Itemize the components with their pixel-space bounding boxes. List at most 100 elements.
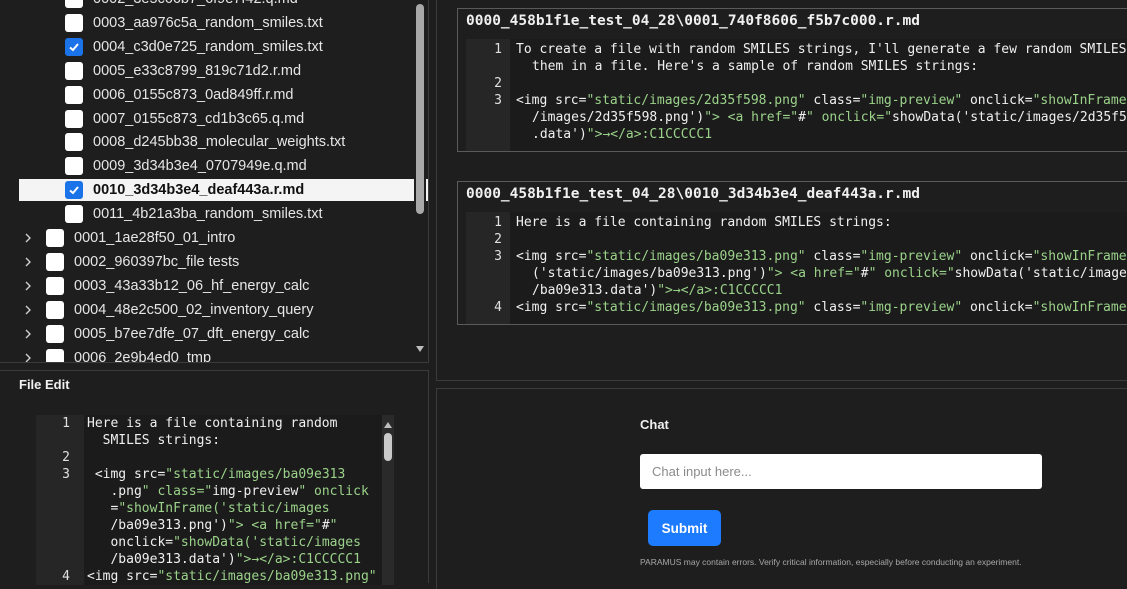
line-number: 2 xyxy=(494,232,502,247)
editor-line-text: Here is a file containing random xyxy=(87,416,338,431)
file-preview-panel: 0000_458b1f1e_test_04_28\0001_740f8606_f… xyxy=(436,0,1127,381)
tree-folder-label: 0006_2e9b4ed0_tmp xyxy=(74,349,212,363)
code-line-text: <img src="static/images/ba09e313.png" cl… xyxy=(516,300,1127,315)
file-checkbox[interactable] xyxy=(65,37,83,56)
folder-checkbox[interactable] xyxy=(46,324,64,343)
line-number: 3 xyxy=(494,93,502,108)
tree-file-item[interactable]: 0004_c3d0e725_random_smiles.txt xyxy=(0,36,323,58)
line-number: 1 xyxy=(494,215,502,230)
tree-file-item[interactable]: 0010_3d34b3e4_deaf443a.r.md xyxy=(19,179,428,202)
tree-folder-label: 0002_960397bc_file tests xyxy=(74,253,240,270)
tree-folder-label: 0005_b7ee7dfe_07_dft_energy_calc xyxy=(74,325,310,342)
tree-file-label: 0009_3d34b3e4_0707949e.q.md xyxy=(93,158,307,175)
file-checkbox[interactable] xyxy=(65,133,83,152)
code-line-text: <img src="static/images/2d35f598.png" cl… xyxy=(516,93,1127,108)
chevron-right-icon[interactable] xyxy=(22,352,34,363)
file-preview-block: 0000_458b1f1e_test_04_28\0001_740f8606_f… xyxy=(457,8,1127,152)
tree-folder-label: 0004_48e2c500_02_inventory_query xyxy=(74,301,314,318)
tree-file-item[interactable]: 0002_3e5c66b7_6f9e7f42.q.md xyxy=(0,0,298,10)
file-preview-code: 1 Here is a file containing random SMILES… xyxy=(466,212,1127,324)
tree-folder-item[interactable]: 0005_b7ee7dfe_07_dft_energy_calc xyxy=(0,323,309,345)
tree-folder-label: 0003_43a33b12_06_hf_energy_calc xyxy=(74,277,310,294)
tree-folder-item[interactable]: 0006_2e9b4ed0_tmp xyxy=(0,347,212,363)
tree-file-label: 0008_d245bb38_molecular_weights.txt xyxy=(93,134,346,151)
editor-line-text: onclick="showData('static/images xyxy=(87,535,361,550)
code-line-text: <img src="static/images/ba09e313.png" cl… xyxy=(516,249,1127,264)
code-line-text: /images/2d35f598.png')"> <a href="#" onc… xyxy=(532,110,1127,125)
file-preview-title: 0000_458b1f1e_test_04_28\0010_3d34b3e4_d… xyxy=(466,186,920,202)
scrollbar-thumb[interactable] xyxy=(384,433,392,461)
line-number: 3 xyxy=(62,467,70,482)
tree-file-item[interactable]: 0007_0155c873_cd1b3c65.q.md xyxy=(0,108,304,130)
chevron-right-icon[interactable] xyxy=(22,328,34,340)
tree-file-item[interactable]: 0009_3d34b3e4_0707949e.q.md xyxy=(0,155,307,177)
folder-checkbox[interactable] xyxy=(46,300,64,319)
disclaimer-text: PARAMUS may contain errors. Verify criti… xyxy=(640,557,1022,567)
tree-file-item[interactable]: 0005_e33c8799_819c71d2.r.md xyxy=(0,60,301,82)
editor-line-text: ="showInFrame('static/images xyxy=(87,501,330,516)
tree-file-item[interactable]: 0008_d245bb38_molecular_weights.txt xyxy=(0,131,345,153)
scrollbar-thumb[interactable] xyxy=(416,4,424,214)
file-preview-title: 0000_458b1f1e_test_04_28\0001_740f8606_f… xyxy=(466,13,920,29)
line-number: 1 xyxy=(62,416,70,431)
code-line-text: Here is a file containing random SMILES … xyxy=(516,215,892,230)
scroll-down-icon[interactable] xyxy=(415,340,425,358)
folder-checkbox[interactable] xyxy=(46,276,64,295)
code-line-text: To create a file with random SMILES stri… xyxy=(516,42,1127,57)
tree-file-label: 0003_aa976c5a_random_smiles.txt xyxy=(93,14,323,31)
folder-checkbox[interactable] xyxy=(46,229,64,247)
tree-folder-item[interactable]: 0001_1ae28f50_01_intro xyxy=(0,227,235,249)
file-checkbox[interactable] xyxy=(65,13,83,32)
file-checkbox[interactable] xyxy=(65,0,83,8)
file-checkbox[interactable] xyxy=(65,85,83,104)
tree-folder-item[interactable]: 0004_48e2c500_02_inventory_query xyxy=(0,299,313,321)
line-number: 2 xyxy=(62,450,70,465)
editor-line-text: <img src="static/images/ba09e313 xyxy=(87,467,346,482)
scroll-up-icon[interactable] xyxy=(384,417,392,434)
tree-file-label: 0004_c3d0e725_random_smiles.txt xyxy=(93,38,323,55)
tree-folder-item[interactable]: 0003_43a33b12_06_hf_energy_calc xyxy=(0,275,309,297)
chat-input[interactable] xyxy=(640,454,1042,489)
editor-line-text: /ba09e313.png')"> <a href="#" xyxy=(87,518,338,533)
chevron-right-icon[interactable] xyxy=(22,304,34,316)
editor-line-text: SMILES strings: xyxy=(87,433,221,448)
tree-file-item[interactable]: 0006_0155c873_0ad849ff.r.md xyxy=(0,84,294,106)
file-checkbox[interactable] xyxy=(65,109,83,128)
code-line-text: .data')">→</a>:C1CCCCC1 xyxy=(532,127,713,142)
file-edit-panel: File Edit 1 Here is a file containing ran… xyxy=(0,370,429,585)
editor-line-text: <img src="static/images/ba09e313.png" xyxy=(87,569,377,584)
line-number: 3 xyxy=(494,249,502,264)
file-editor[interactable]: 1 Here is a file containing random SMILES… xyxy=(36,415,394,585)
tree-file-label: 0002_3e5c66b7_6f9e7f42.q.md xyxy=(93,0,298,7)
file-checkbox[interactable] xyxy=(65,181,83,200)
tree-file-item[interactable]: 0003_aa976c5a_random_smiles.txt xyxy=(0,12,323,34)
folder-checkbox[interactable] xyxy=(46,348,64,362)
file-preview-code: 1 To create a file with random SMILES str… xyxy=(466,39,1127,151)
tree-file-item[interactable]: 0011_4b21a3ba_random_smiles.txt xyxy=(0,203,322,225)
tree-scrollbar[interactable] xyxy=(414,0,426,360)
chevron-right-icon[interactable] xyxy=(22,256,34,268)
file-checkbox[interactable] xyxy=(65,157,83,176)
file-edit-title: File Edit xyxy=(19,377,70,392)
submit-button[interactable]: Submit xyxy=(648,510,721,546)
editor-line-text: /ba09e313.data')">→</a>:C1CCCCC1 xyxy=(87,552,361,567)
tree-file-label: 0010_3d34b3e4_deaf443a.r.md xyxy=(93,182,305,199)
code-line-text: ('static/images/ba09e313.png')"> <a href… xyxy=(532,266,1127,281)
editor-scrollbar[interactable] xyxy=(382,415,394,585)
tree-folder-label: 0001_1ae28f50_01_intro xyxy=(74,230,236,246)
chat-title: Chat xyxy=(640,417,669,432)
tree-file-label: 0011_4b21a3ba_random_smiles.txt xyxy=(93,206,323,223)
file-tree-panel: 0002_3e5c66b7_6f9e7f42.q.md 0003_aa976c5a… xyxy=(0,0,429,363)
checkmark-icon xyxy=(68,184,80,196)
chevron-right-icon[interactable] xyxy=(22,280,34,292)
tree-file-label: 0005_e33c8799_819c71d2.r.md xyxy=(93,62,302,79)
file-preview-block: 0000_458b1f1e_test_04_28\0010_3d34b3e4_d… xyxy=(457,181,1127,325)
line-number: 4 xyxy=(62,569,70,584)
chevron-right-icon[interactable] xyxy=(22,232,34,244)
tree-folder-item[interactable]: 0002_960397bc_file tests xyxy=(0,251,239,273)
chat-panel: Chat Submit PARAMUS may contain errors. … xyxy=(436,388,1127,589)
file-checkbox[interactable] xyxy=(65,205,83,224)
folder-checkbox[interactable] xyxy=(46,252,64,271)
file-checkbox[interactable] xyxy=(65,61,83,80)
line-number: 1 xyxy=(494,42,502,57)
